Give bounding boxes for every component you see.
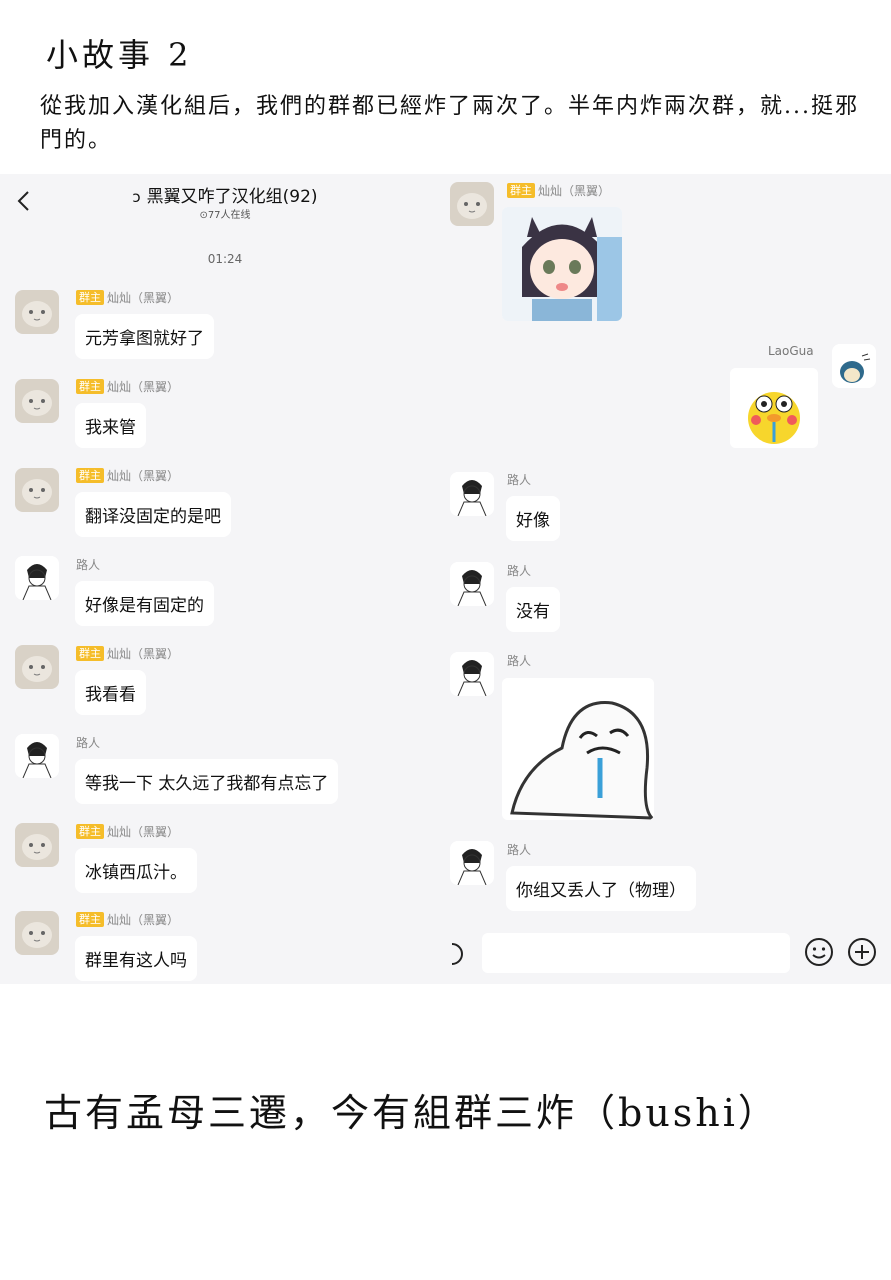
plus-icon[interactable] — [847, 937, 877, 967]
sender-name: 路人 — [507, 654, 532, 668]
chat-panel-left: ↄ 黑翼又咋了汉化组(92) ⊙77人在线 01:24 群主 灿灿（黑翼） 元芳拿图… — [0, 174, 450, 984]
message-input[interactable] — [482, 933, 790, 973]
owner-badge: 群主 — [76, 379, 104, 394]
chat-title: ↄ 黑翼又咋了汉化组(92) — [0, 182, 450, 207]
sender-row: 路人 — [507, 471, 531, 488]
anime-girl-sticker[interactable] — [502, 207, 622, 321]
sketch-avatar[interactable] — [15, 734, 59, 778]
sketch-avatar[interactable] — [450, 841, 494, 885]
owner-badge: 群主 — [76, 468, 104, 483]
sender-name: 灿灿（黑翼） — [107, 380, 180, 394]
chat-topbar: ↄ 黑翼又咋了汉化组(92) ⊙77人在线 — [0, 174, 450, 230]
sketch-avatar[interactable] — [450, 652, 494, 696]
sender-name: 灿灿（黑翼） — [107, 469, 180, 483]
timestamp: 01:24 — [207, 252, 243, 266]
sender-row: 群主 灿灿（黑翼） — [76, 289, 179, 306]
message-bubble[interactable]: 好像是有固定的 — [75, 581, 214, 626]
message-bubble[interactable]: 你组又丢人了（物理） — [506, 866, 696, 911]
owner-badge: 群主 — [507, 183, 535, 198]
message-bubble[interactable]: 我来管 — [75, 403, 146, 448]
cat-avatar[interactable] — [15, 911, 59, 955]
sender-row: 群主 灿灿（黑翼） — [76, 467, 179, 484]
cat-avatar[interactable] — [450, 182, 494, 226]
sketch-avatar[interactable] — [450, 562, 494, 606]
cat-avatar[interactable] — [15, 823, 59, 867]
message-bubble[interactable]: 元芳拿图就好了 — [75, 314, 214, 359]
sender-name: 路人 — [76, 736, 101, 750]
chat-input-bar — [450, 922, 891, 984]
chat-title-text: 黑翼又咋了汉化组(92) — [146, 187, 318, 207]
sender-name-laogua: LaoGua — [768, 344, 814, 358]
cat-avatar[interactable] — [15, 290, 59, 334]
message-bubble[interactable]: 翻译没固定的是吧 — [75, 492, 231, 537]
owner-badge: 群主 — [76, 824, 104, 839]
message-bubble[interactable]: 我看看 — [75, 670, 146, 715]
story-text: 從我加入漢化組后，我們的群都已經炸了兩次了。半年内炸兩次群，就...挺邪門的。 — [40, 94, 859, 153]
yellow-duck-sticker[interactable] — [730, 368, 818, 448]
sender-row: 群主 灿灿（黑翼） — [76, 911, 179, 928]
emoji-icon[interactable] — [804, 937, 834, 967]
sender-row: 群主 灿灿（黑翼） — [507, 182, 610, 199]
sender-row: 路人 — [507, 562, 531, 579]
sender-name: 灿灿（黑翼） — [107, 291, 180, 305]
sender-name: 灿灿（黑翼） — [107, 647, 180, 661]
message-item — [15, 290, 59, 334]
crying-blob-sticker[interactable] — [502, 678, 654, 820]
message-bubble[interactable]: 冰镇西瓜汁。 — [75, 848, 197, 893]
story-title: 小故事 2 — [46, 36, 193, 74]
sender-name: 路人 — [507, 843, 532, 857]
owner-badge: 群主 — [76, 646, 104, 661]
cat-avatar[interactable] — [15, 645, 59, 689]
sender-row: 路人 — [76, 734, 100, 751]
message-bubble[interactable]: 群里有这人吗 — [75, 936, 197, 981]
bottom-caption: 古有孟母三遷，今有組群三炸（bushi） — [44, 1091, 779, 1135]
sender-row: 群主 灿灿（黑翼） — [76, 645, 179, 662]
chat-panel-right: 群主 灿灿（黑翼） LaoGua 路人 好像 路人 没有 路人 路人 你组又丢人… — [450, 174, 891, 984]
sender-row: 路人 — [507, 841, 531, 858]
sketch-avatar[interactable] — [450, 472, 494, 516]
message-bubble[interactable]: 好像 — [506, 496, 560, 541]
sender-name: 灿灿（黑翼） — [107, 825, 180, 839]
sender-name: 路人 — [507, 564, 532, 578]
sender-name: 路人 — [507, 473, 532, 487]
cat-avatar[interactable] — [15, 468, 59, 512]
sender-name: 灿灿（黑翼） — [538, 184, 611, 198]
sender-name: 路人 — [76, 558, 101, 572]
chat-title-icon: ↄ — [132, 188, 141, 206]
snorlax-avatar[interactable] — [832, 344, 876, 388]
owner-badge: 群主 — [76, 912, 104, 927]
sender-row: 路人 — [507, 652, 531, 669]
sender-name: 灿灿（黑翼） — [107, 913, 180, 927]
cat-avatar[interactable] — [15, 379, 59, 423]
sender-row: 群主 灿灿（黑翼） — [76, 823, 179, 840]
voice-icon[interactable] — [448, 940, 470, 968]
online-count: ⊙77人在线 — [199, 210, 251, 221]
sketch-avatar[interactable] — [15, 556, 59, 600]
owner-badge: 群主 — [76, 290, 104, 305]
message-bubble[interactable]: 等我一下 太久远了我都有点忘了 — [75, 759, 339, 804]
sender-row: 群主 灿灿（黑翼） — [76, 378, 179, 395]
message-bubble[interactable]: 没有 — [506, 587, 560, 632]
sender-row: 路人 — [76, 556, 100, 573]
